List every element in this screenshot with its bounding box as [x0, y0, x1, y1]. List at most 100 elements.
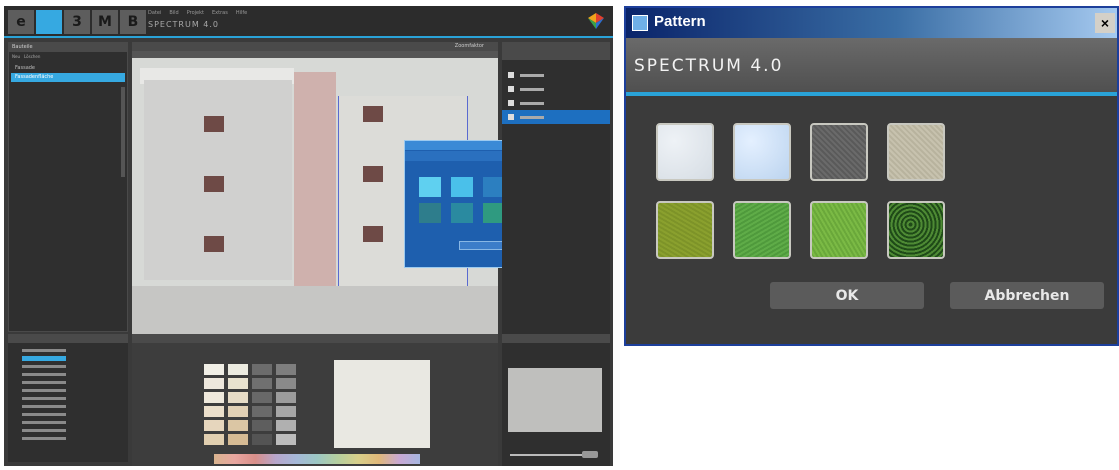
menu-item-bild[interactable]: Bild — [169, 10, 178, 16]
thumbnail-swatch[interactable] — [419, 203, 441, 223]
swatch-moss-green[interactable] — [656, 201, 714, 259]
tool-row-pattern[interactable] — [502, 110, 610, 124]
color-palette-panel — [132, 334, 498, 466]
palette-color[interactable] — [252, 420, 272, 431]
palette-color[interactable] — [204, 378, 224, 389]
ruler — [132, 51, 498, 58]
building-left-facade[interactable] — [144, 80, 292, 280]
zoom-slider-knob[interactable] — [582, 451, 598, 458]
catalog-item[interactable] — [12, 411, 124, 418]
menu-item-extras[interactable]: Extras — [212, 10, 228, 16]
palette-color[interactable] — [276, 420, 296, 431]
catalog-item[interactable] — [12, 371, 124, 378]
swatch-light-blue-plaster[interactable] — [733, 123, 791, 181]
window — [204, 116, 224, 132]
catalog-item[interactable] — [12, 363, 124, 370]
palette-color[interactable] — [252, 392, 272, 403]
app-window-icon — [632, 15, 648, 31]
palette-color[interactable] — [252, 434, 272, 445]
catalog-item-label — [22, 397, 66, 400]
scrollbar[interactable] — [121, 87, 125, 177]
palette-color[interactable] — [276, 406, 296, 417]
catalog-item-label — [22, 413, 66, 416]
swatch-grass-green[interactable] — [733, 201, 791, 259]
tool-row[interactable] — [502, 82, 610, 96]
catalog-item[interactable] — [12, 403, 124, 410]
zoom-slider[interactable] — [510, 454, 582, 456]
tree-item-fassade[interactable]: Fassade — [11, 64, 125, 73]
close-button[interactable]: × — [1095, 13, 1115, 33]
palette-color[interactable] — [204, 406, 224, 417]
catalog-item[interactable] — [12, 419, 124, 426]
tool-row[interactable] — [502, 96, 610, 110]
catalog-item[interactable] — [12, 347, 124, 354]
delete-button[interactable]: Löschen — [24, 54, 40, 60]
palette-color[interactable] — [276, 364, 296, 375]
palette-color[interactable] — [276, 434, 296, 445]
palette-color[interactable] — [204, 364, 224, 375]
catalog-item-label — [22, 373, 66, 376]
color-spectrum-strip[interactable] — [214, 454, 420, 464]
swatch-dark-foliage[interactable] — [887, 201, 945, 259]
component-tree: Fassade Fassadenfläche — [9, 62, 127, 84]
palette-color[interactable] — [252, 406, 272, 417]
swatch-light-grey-plaster[interactable] — [656, 123, 714, 181]
catalog-item[interactable] — [12, 427, 124, 434]
thumbnail-swatch[interactable] — [451, 177, 473, 197]
thumbnail-swatch[interactable] — [451, 203, 473, 223]
app-logo: e 3 M B — [8, 10, 146, 34]
palette-color[interactable] — [276, 392, 296, 403]
cancel-button[interactable]: Abbrechen — [950, 282, 1104, 309]
tool-label — [520, 87, 544, 91]
ok-button[interactable]: OK — [770, 282, 924, 309]
catalog-item-label — [22, 405, 66, 408]
pattern-dialog: Pattern × SPECTRUM 4.0 OK Abbrechen — [624, 6, 1119, 346]
view-toolbar: Zoomfaktor — [132, 42, 498, 51]
palette-color[interactable] — [204, 392, 224, 403]
new-button[interactable]: Neu — [12, 54, 20, 60]
catalog-item[interactable] — [12, 435, 124, 442]
catalog-item[interactable] — [12, 355, 124, 362]
dialog-titlebar[interactable]: Pattern × — [626, 8, 1117, 38]
palette-color[interactable] — [252, 364, 272, 375]
logo-letter: B — [120, 10, 146, 34]
menu-bar: Datei Bild Projekt Extras Hilfe — [148, 10, 247, 16]
palette-color[interactable] — [228, 378, 248, 389]
palette-color[interactable] — [204, 420, 224, 431]
panel-header — [8, 334, 128, 343]
panel-header — [502, 42, 610, 51]
palette-color[interactable] — [276, 378, 296, 389]
swatch-beige-sand[interactable] — [887, 123, 945, 181]
tree-item-fassadenflaeche[interactable]: Fassadenfläche — [11, 73, 125, 82]
tool-row[interactable] — [502, 68, 610, 82]
swatch-dark-grey-stone[interactable] — [810, 123, 868, 181]
palette-color[interactable] — [228, 406, 248, 417]
thumbnail-swatch[interactable] — [419, 177, 441, 197]
building-stairwell[interactable] — [294, 72, 336, 287]
navigator-panel — [502, 334, 610, 466]
components-panel: Bauteile Neu Löschen Fassade Fassadenflä… — [8, 42, 128, 332]
palette-color[interactable] — [228, 420, 248, 431]
panel-header — [502, 334, 610, 343]
logo-letter: 3 — [64, 10, 90, 34]
menu-item-projekt[interactable]: Projekt — [187, 10, 204, 16]
palette-color[interactable] — [228, 434, 248, 445]
navigator-thumbnail[interactable] — [508, 368, 602, 432]
catalog-item[interactable] — [12, 387, 124, 394]
catalog-item-label — [22, 429, 66, 432]
palette-color[interactable] — [252, 378, 272, 389]
panel-toolbar: Neu Löschen — [9, 52, 127, 62]
zoom-label[interactable]: Zoomfaktor — [455, 43, 484, 49]
palette-color[interactable] — [204, 434, 224, 445]
bucket-icon — [508, 100, 514, 106]
catalog-item[interactable] — [12, 379, 124, 386]
palette-color[interactable] — [228, 364, 248, 375]
menu-item-datei[interactable]: Datei — [148, 10, 161, 16]
palette-color[interactable] — [228, 392, 248, 403]
menu-item-hilfe[interactable]: Hilfe — [236, 10, 247, 16]
tool-label — [520, 73, 544, 77]
swatch-lime-green[interactable] — [810, 201, 868, 259]
panel-header — [132, 334, 498, 343]
catalog-item[interactable] — [12, 395, 124, 402]
ground-area — [132, 286, 498, 334]
